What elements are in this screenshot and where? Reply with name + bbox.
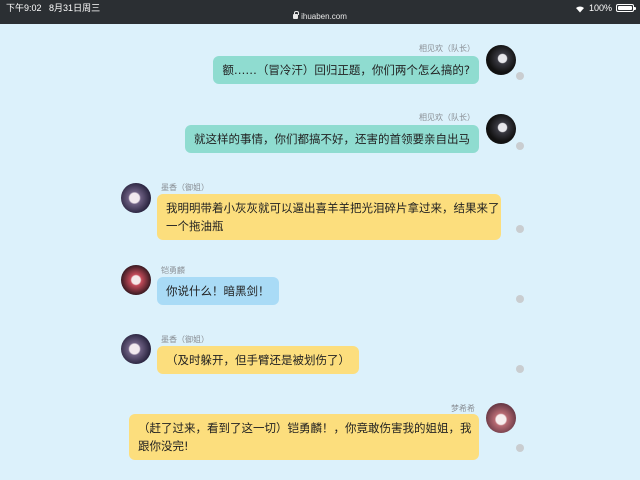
chat-bubble-line: 我明明带着小灰灰就可以逼出喜羊羊把光泪碎片拿过来，结果来了 xyxy=(166,201,500,215)
dark-haired-avatar[interactable] xyxy=(486,114,516,144)
pink-avatar[interactable] xyxy=(486,403,516,433)
chat-bubble: 额……（冒冷汗）回归正题，你们两个怎么搞的? xyxy=(213,56,479,84)
message-dot xyxy=(516,72,524,80)
speaker-name: 墨香（御姐） xyxy=(161,335,209,344)
dark-haired-avatar[interactable] xyxy=(486,45,516,75)
url-text: ihuaben.com xyxy=(301,12,347,21)
chat-bubble: （及时躲开，但手臂还是被划伤了） xyxy=(157,346,359,374)
speaker-name: 梦希希 xyxy=(451,404,475,413)
speaker-name: 相见欢（队长） xyxy=(419,113,475,122)
message-dot xyxy=(516,225,524,233)
battery-percent: 100% xyxy=(588,3,612,13)
message-dot xyxy=(516,142,524,150)
purple-avatar[interactable] xyxy=(121,183,151,213)
message-dot xyxy=(516,295,524,303)
speaker-name: 墨香（御姐） xyxy=(161,183,209,192)
chat-bubble-line: 一个拖油瓶 xyxy=(166,219,224,233)
battery-icon xyxy=(616,4,636,12)
chat-bubble: 我明明带着小灰灰就可以逼出喜羊羊把光泪碎片拿过来，结果来了 一个拖油瓶 xyxy=(157,194,501,240)
speaker-name: 相见欢（队长） xyxy=(419,44,475,53)
red-avatar[interactable] xyxy=(121,265,151,295)
message-dot xyxy=(516,444,524,452)
message-dot xyxy=(516,365,524,373)
status-right: 100% xyxy=(575,3,636,13)
purple-avatar[interactable] xyxy=(121,334,151,364)
chat-bubble: （赶了过来，看到了这一切）铠勇麟！，你竟敢伤害我的姐姐，我 跟你没完! xyxy=(129,414,479,460)
address-bar[interactable]: ihuaben.com xyxy=(0,11,640,22)
lock-icon xyxy=(293,11,299,19)
chat-bubble: 就这样的事情，你们都搞不好，还害的首领要亲自出马 xyxy=(185,125,479,153)
wifi-icon xyxy=(575,5,585,12)
speaker-name: 铠勇麟 xyxy=(161,266,185,275)
chat-bubble-line: （赶了过来，看到了这一切）铠勇麟！，你竟敢伤害我的姐姐，我 xyxy=(138,421,472,435)
status-bar: 下午9:02 8月31日周三 ihuaben.com 100% xyxy=(0,0,640,24)
chat-bubble-line: 跟你没完! xyxy=(138,439,189,453)
chat-bubble: 你说什么！暗黑剑！ xyxy=(157,277,279,305)
